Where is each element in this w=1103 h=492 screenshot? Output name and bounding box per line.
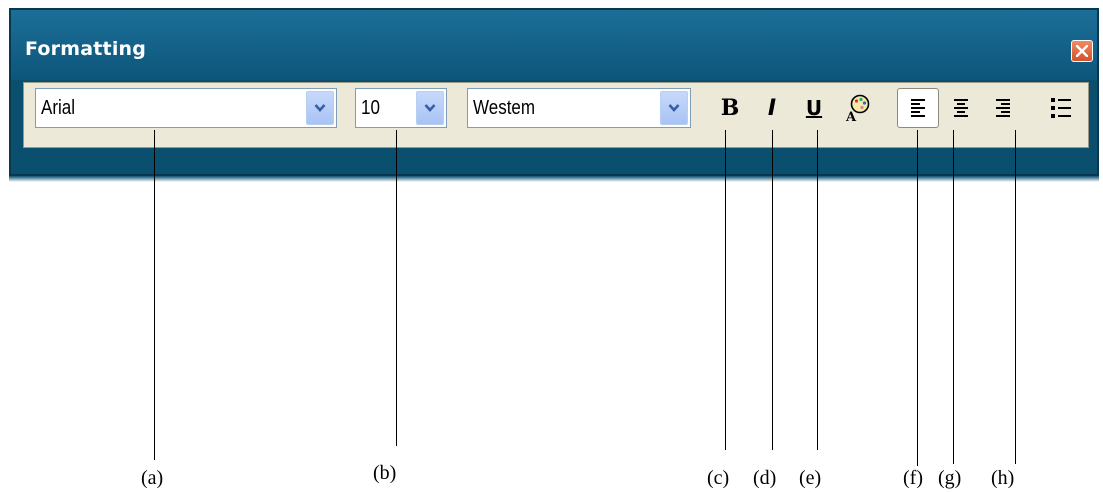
callout-label-f: (f) [903,467,923,489]
window-title: Formatting [25,38,147,60]
toolbar-body: Arial 10 Westem B I U A [23,82,1089,148]
bullet-list-button[interactable] [1043,88,1079,128]
font-size-value: 10 [361,97,380,119]
underline-label: U [805,96,823,120]
callout-label-a: (a) [141,467,164,489]
callout-label-e: (e) [799,467,822,489]
callout-line-b [396,130,397,446]
font-name-combo[interactable]: Arial [35,88,337,128]
callout-line-e [817,130,818,450]
formatting-toolbar-window: Formatting Arial 10 Westem B I U A [9,8,1099,176]
italic-label: I [767,95,777,121]
callout-label-g: (g) [938,467,962,489]
font-color-button[interactable]: A [839,88,875,128]
italic-button[interactable]: I [754,88,790,128]
chevron-down-icon [314,104,326,112]
callout-label-b: (b) [373,462,397,484]
chevron-down-icon [424,104,436,112]
align-center-icon [954,99,968,117]
callout-line-f [917,130,918,466]
font-size-combo[interactable]: 10 [355,88,447,128]
align-left-icon [911,99,925,117]
align-right-icon [996,99,1010,117]
close-x-icon [1076,45,1088,57]
callout-line-g [953,130,954,464]
callout-line-h [1015,130,1016,464]
callout-line-c [725,130,726,450]
font-name-value: Arial [41,97,76,119]
close-button[interactable] [1071,40,1093,62]
title-bar[interactable]: Formatting [11,10,1097,80]
script-value: Westem [473,97,536,119]
callout-label-c: (c) [707,467,730,489]
callout-line-d [772,130,773,450]
callout-label-d: (d) [753,467,777,489]
font-color-icon: A [845,94,870,123]
window-shadow [9,176,1099,182]
bold-label: B [720,95,740,121]
align-left-button[interactable] [897,88,939,128]
align-center-button[interactable] [943,88,979,128]
svg-text:A: A [845,110,857,123]
bullet-list-icon [1051,98,1071,118]
font-size-dropdown-button[interactable] [416,91,444,125]
script-combo[interactable]: Westem [467,88,691,128]
callout-line-a [154,130,155,460]
chevron-down-icon [668,104,680,112]
script-dropdown-button[interactable] [660,91,688,125]
callout-label-h: (h) [991,467,1015,489]
underline-button[interactable]: U [796,88,832,128]
bold-button[interactable]: B [712,88,748,128]
font-name-dropdown-button[interactable] [306,91,334,125]
align-right-button[interactable] [985,88,1021,128]
